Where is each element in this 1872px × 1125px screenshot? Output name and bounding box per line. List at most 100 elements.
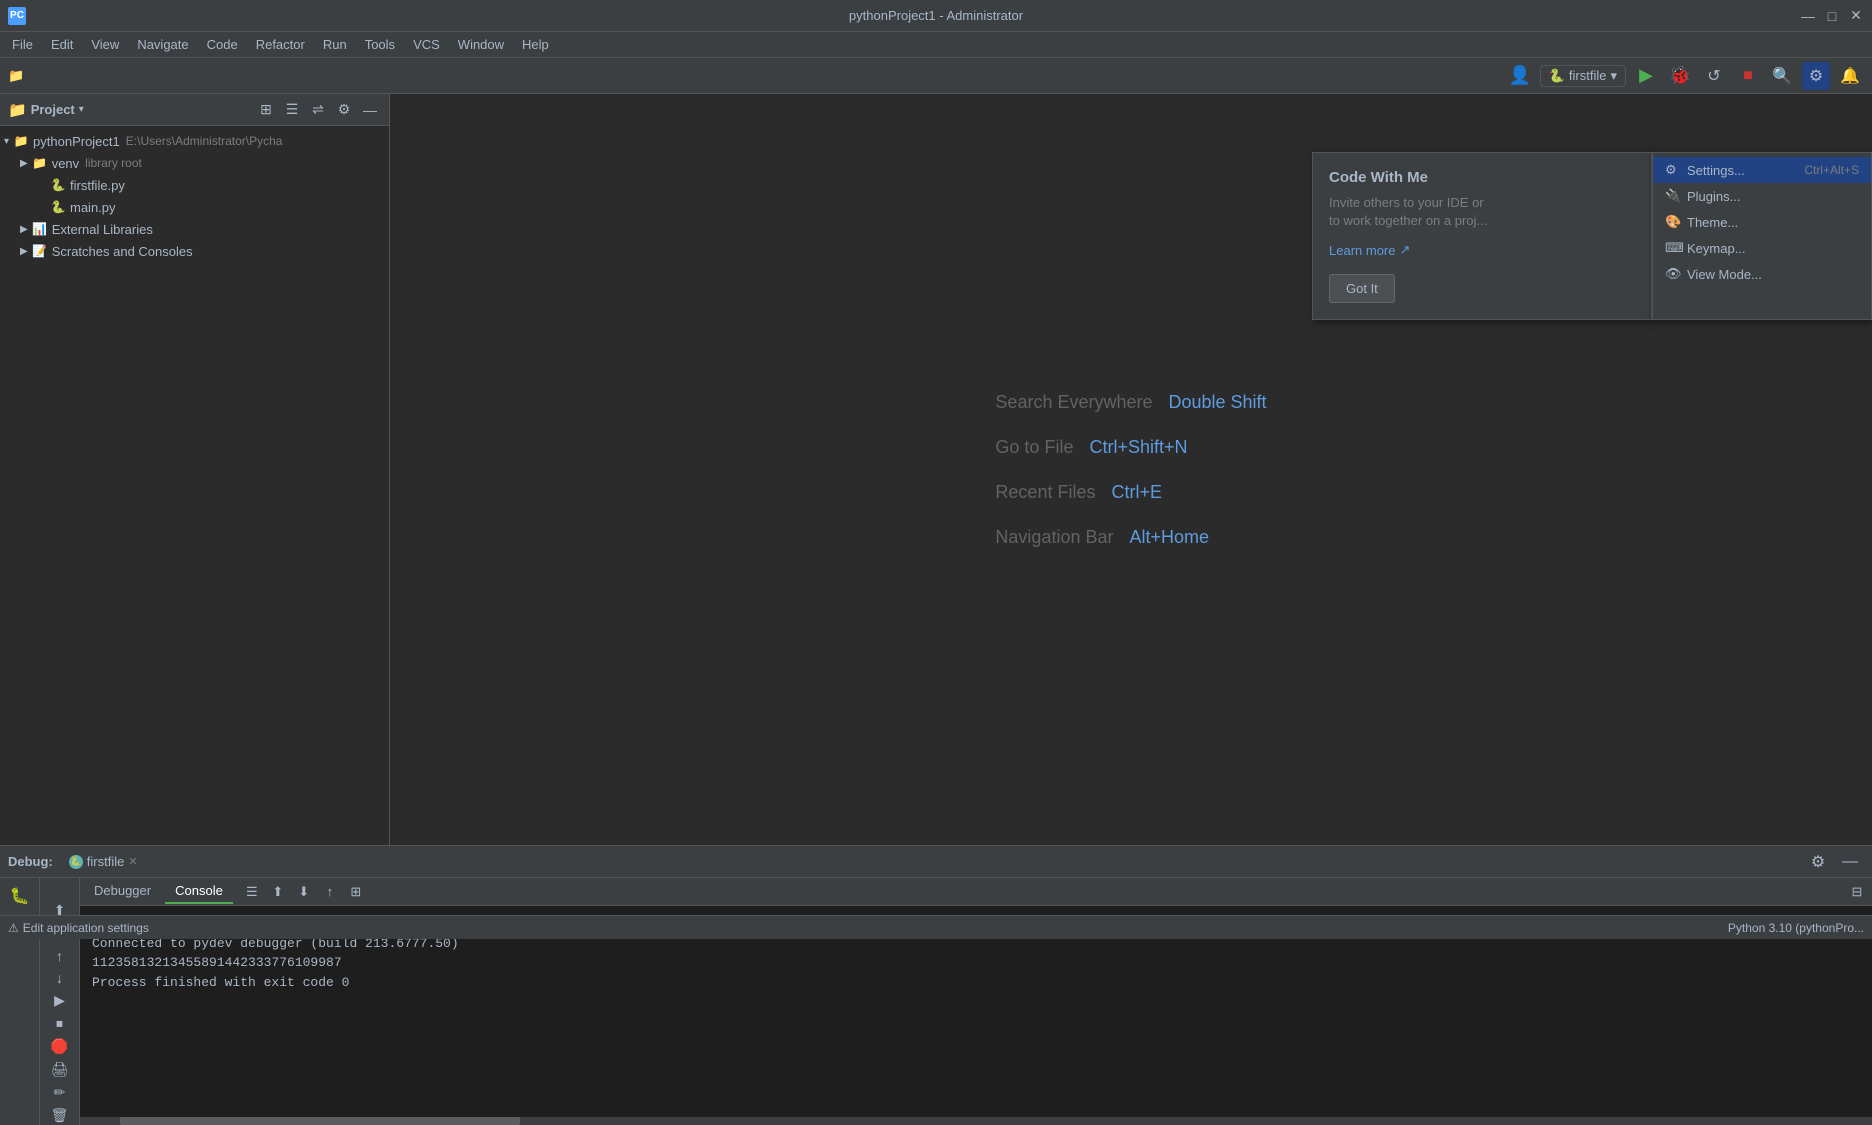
- sidebar-icon-sync[interactable]: ⇌: [307, 99, 329, 121]
- minimize-button[interactable]: —: [1800, 8, 1816, 24]
- window-controls[interactable]: — □ ✕: [1800, 8, 1864, 24]
- debug-scrollbar-thumb[interactable]: [120, 1117, 520, 1125]
- search-button[interactable]: 🔍: [1768, 62, 1796, 90]
- run-button[interactable]: ▶: [1632, 62, 1660, 90]
- shortcut-recent-key: Ctrl+E: [1111, 482, 1162, 503]
- settings-menu-item-plugins[interactable]: 🔌 Plugins...: [1653, 183, 1871, 209]
- sidebar-icon-settings[interactable]: ⚙: [333, 99, 355, 121]
- tree-item-firstfile[interactable]: 🐍 firstfile.py: [0, 174, 389, 196]
- menu-edit[interactable]: Edit: [43, 35, 81, 54]
- menu-refactor[interactable]: Refactor: [248, 35, 313, 54]
- tree-item-venv[interactable]: ▶ 📁 venv library root: [0, 152, 389, 174]
- debug-nav-resume[interactable]: ▶: [47, 992, 73, 1009]
- debug-extra-table-icon[interactable]: ⊞: [345, 881, 367, 903]
- debug-settings-btn[interactable]: ⚙: [1804, 848, 1832, 876]
- tree-item-root[interactable]: ▾ 📁 pythonProject1 E:\Users\Administrato…: [0, 130, 389, 152]
- menu-bar: File Edit View Navigate Code Refactor Ru…: [0, 32, 1872, 58]
- settings-menu-label-theme: Theme...: [1687, 215, 1738, 230]
- sidebar-icon-list[interactable]: ☰: [281, 99, 303, 121]
- debug-label: Debug:: [8, 854, 53, 869]
- debug-file-tab[interactable]: 🐍 firstfile ✕: [61, 850, 146, 873]
- shortcut-search: Search Everywhere Double Shift: [995, 392, 1266, 413]
- cwm-title: Code With Me: [1329, 169, 1635, 186]
- sidebar-icon-minimize[interactable]: —: [359, 99, 381, 121]
- debug-nav-step-in[interactable]: ↓: [47, 970, 73, 986]
- settings-menu-item-viewmode[interactable]: 👁 View Mode...: [1653, 261, 1871, 287]
- avatar-button[interactable]: 👤: [1506, 62, 1534, 90]
- project-indicator: 📁: [8, 68, 24, 84]
- debug-tab-close-icon[interactable]: ✕: [128, 855, 137, 868]
- shortcut-navbar: Navigation Bar Alt+Home: [995, 527, 1209, 548]
- debug-nav-print[interactable]: 🖨: [47, 1061, 73, 1078]
- status-left-label: Edit application settings: [23, 921, 149, 935]
- debug-extra-list-icon[interactable]: ☰: [241, 881, 263, 903]
- maximize-button[interactable]: □: [1824, 8, 1840, 24]
- debug-tab-debugger[interactable]: [42, 886, 62, 896]
- menu-file[interactable]: File: [4, 35, 41, 54]
- tab-debugger-label: Debugger: [94, 883, 151, 898]
- debug-output-line-3: Process finished with exit code 0: [92, 973, 1860, 993]
- menu-navigate[interactable]: Navigate: [129, 35, 196, 54]
- debug-output-line-2: 11235813213455891442333776109987: [92, 953, 1860, 973]
- status-python-version[interactable]: Python 3.10 (pythonPro...: [1728, 921, 1864, 935]
- tab-console[interactable]: Console: [165, 879, 233, 904]
- tree-item-ext-libs[interactable]: ▶ 📊 External Libraries: [0, 218, 389, 240]
- toolbar-right: 👤 🐍 firstfile ▾ ▶ 🐞 ↺ ■ 🔍 ⚙ 🔔: [1506, 62, 1864, 90]
- debug-minimize-btn[interactable]: —: [1836, 848, 1864, 876]
- tree-item-scratches[interactable]: ▶ 📝 Scratches and Consoles: [0, 240, 389, 262]
- menu-tools[interactable]: Tools: [357, 35, 403, 54]
- settings-menu-item-keymap[interactable]: ⌨ Keymap...: [1653, 235, 1871, 261]
- close-button[interactable]: ✕: [1848, 8, 1864, 24]
- menu-help[interactable]: Help: [514, 35, 557, 54]
- menu-vcs[interactable]: VCS: [405, 35, 448, 54]
- shortcut-goto-key: Ctrl+Shift+N: [1089, 437, 1187, 458]
- tree-label-scratches: Scratches and Consoles: [52, 244, 193, 259]
- menu-window[interactable]: Window: [450, 35, 512, 54]
- debug-nav-stop-red[interactable]: 🛑: [47, 1038, 73, 1055]
- debug-scrollbar[interactable]: [80, 1117, 1872, 1125]
- debug-extra-step-icon[interactable]: ↑: [319, 881, 341, 903]
- run-config-selector[interactable]: 🐍 firstfile ▾: [1540, 65, 1626, 87]
- editor-area: Search Everywhere Double Shift Go to Fil…: [390, 94, 1872, 845]
- main-area: 📁 Project ▾ ⊞ ☰ ⇌ ⚙ — ▾ 📁 pythonProject1…: [0, 94, 1872, 845]
- settings-gear-icon: ⚙: [1665, 162, 1681, 178]
- tab-debugger[interactable]: Debugger: [84, 879, 161, 904]
- debug-panel: Debug: 🐍 firstfile ✕ ⚙ — 🐛 🔧 ⬆ ⬇ ↑ ↓: [0, 845, 1872, 1125]
- rerun-button[interactable]: ↺: [1700, 62, 1728, 90]
- settings-menu-item-theme[interactable]: 🎨 Theme...: [1653, 209, 1871, 235]
- sidebar-icon-layout[interactable]: ⊞: [255, 99, 277, 121]
- debug-tab-extra-icons: ☰ ⬆ ⬇ ↑ ⊞: [241, 881, 367, 903]
- settings-button[interactable]: ⚙: [1802, 62, 1830, 90]
- debug-nav-delete[interactable]: 🗑: [47, 1107, 73, 1124]
- debug-extra-down-icon[interactable]: ⬇: [293, 881, 315, 903]
- lib-icon: 📊: [32, 221, 48, 237]
- debug-nav-edit[interactable]: ✏: [47, 1084, 73, 1101]
- settings-menu-item-settings[interactable]: ⚙ Settings... Ctrl+Alt+S: [1653, 157, 1871, 183]
- debug-nav-step-over[interactable]: ↑: [47, 948, 73, 964]
- venv-folder-icon: 📁: [32, 155, 48, 171]
- debug-button[interactable]: 🐞: [1666, 62, 1694, 90]
- debug-extra-up-icon[interactable]: ⬆: [267, 881, 289, 903]
- menu-run[interactable]: Run: [315, 35, 355, 54]
- notifications-button[interactable]: 🔔: [1836, 62, 1864, 90]
- status-warning-icon[interactable]: ⚠ Edit application settings: [8, 921, 149, 935]
- sidebar-arrow-icon[interactable]: ▾: [79, 104, 84, 115]
- plugins-icon: 🔌: [1665, 188, 1681, 204]
- menu-view[interactable]: View: [83, 35, 127, 54]
- project-folder-icon: 📁: [8, 68, 24, 84]
- cwm-learn-more[interactable]: Learn more ↗: [1329, 242, 1635, 258]
- stop-button[interactable]: ■: [1734, 62, 1762, 90]
- debug-split-icon[interactable]: ⊟: [1846, 881, 1868, 903]
- run-config-label: firstfile: [1569, 68, 1607, 83]
- debug-bug-icon[interactable]: 🐛: [6, 882, 34, 910]
- shortcut-goto-label: Go to File: [995, 437, 1073, 458]
- window-title: pythonProject1 - Administrator: [849, 8, 1023, 23]
- menu-code[interactable]: Code: [199, 35, 246, 54]
- debug-nav-stop[interactable]: ⏹: [47, 1015, 73, 1032]
- cwm-got-it-button[interactable]: Got It: [1329, 274, 1395, 303]
- status-bar: ⚠ Edit application settings Python 3.10 …: [0, 915, 1872, 939]
- py-file-icon-main: 🐍: [50, 199, 66, 215]
- tab-console-label: Console: [175, 883, 223, 898]
- run-config-dropdown-icon: ▾: [1610, 68, 1617, 84]
- tree-item-main[interactable]: 🐍 main.py: [0, 196, 389, 218]
